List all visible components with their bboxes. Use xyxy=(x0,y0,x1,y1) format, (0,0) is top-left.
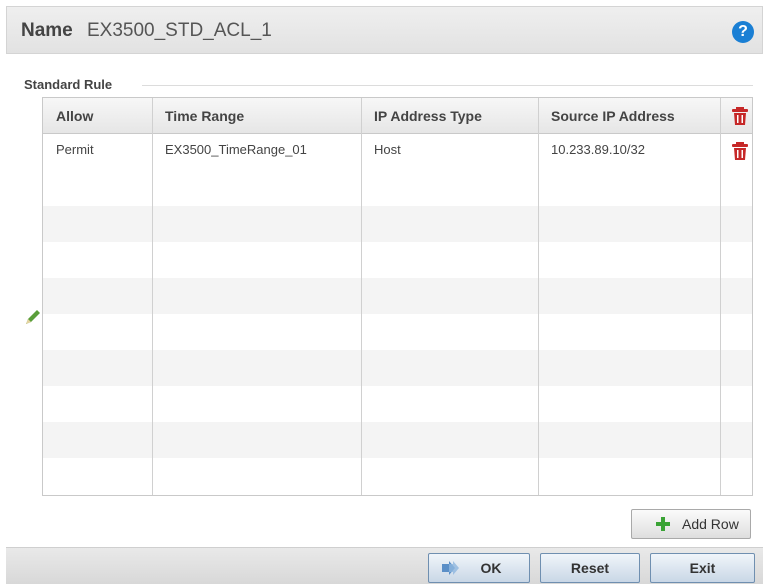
standard-rule-table: Allow Time Range IP Address Type Source … xyxy=(42,97,753,496)
dialog-header: Name EX3500_STD_ACL_1 ? xyxy=(6,6,763,54)
column-header-allow[interactable]: Allow xyxy=(43,98,152,134)
name-label: Name xyxy=(21,20,73,41)
empty-row xyxy=(43,422,752,458)
add-row-button[interactable]: Add Row xyxy=(631,509,751,539)
column-header-time-range[interactable]: Time Range xyxy=(152,98,361,134)
section-divider xyxy=(142,85,753,86)
cell-source-ip: 10.233.89.10/32 xyxy=(551,142,645,157)
exit-button[interactable]: Exit xyxy=(650,553,755,583)
column-divider xyxy=(720,98,721,495)
cell-ip-address-type: Host xyxy=(374,142,401,157)
section-title: Standard Rule xyxy=(24,77,113,92)
cell-time-range: EX3500_TimeRange_01 xyxy=(165,142,307,157)
trash-icon[interactable] xyxy=(729,105,751,127)
plus-icon xyxy=(656,517,670,531)
pencil-icon[interactable] xyxy=(23,307,43,327)
empty-row xyxy=(43,242,752,278)
ok-label: OK xyxy=(480,560,502,576)
add-row-label: Add Row xyxy=(682,516,739,532)
help-icon[interactable]: ? xyxy=(732,21,754,43)
column-header-ip-address-type[interactable]: IP Address Type xyxy=(361,98,538,134)
empty-row xyxy=(43,350,752,386)
dialog-footer: OK Reset Exit xyxy=(6,547,763,584)
column-divider xyxy=(152,98,153,495)
acl-name-value: EX3500_STD_ACL_1 xyxy=(87,20,272,41)
empty-row xyxy=(43,278,752,314)
trash-icon[interactable] xyxy=(729,140,751,162)
empty-row xyxy=(43,170,752,206)
cell-allow: Permit xyxy=(56,142,94,157)
empty-row xyxy=(43,314,752,350)
column-divider xyxy=(538,98,539,495)
empty-row xyxy=(43,458,752,494)
column-header-source-ip[interactable]: Source IP Address xyxy=(538,98,720,134)
empty-row xyxy=(43,386,752,422)
ok-button[interactable]: OK xyxy=(428,553,530,583)
empty-row xyxy=(43,206,752,242)
reset-button[interactable]: Reset xyxy=(540,553,640,583)
table-header: Allow Time Range IP Address Type Source … xyxy=(43,98,752,134)
arrow-icon xyxy=(442,561,459,575)
table-row[interactable]: Permit EX3500_TimeRange_01 Host 10.233.8… xyxy=(43,134,752,170)
column-divider xyxy=(361,98,362,495)
